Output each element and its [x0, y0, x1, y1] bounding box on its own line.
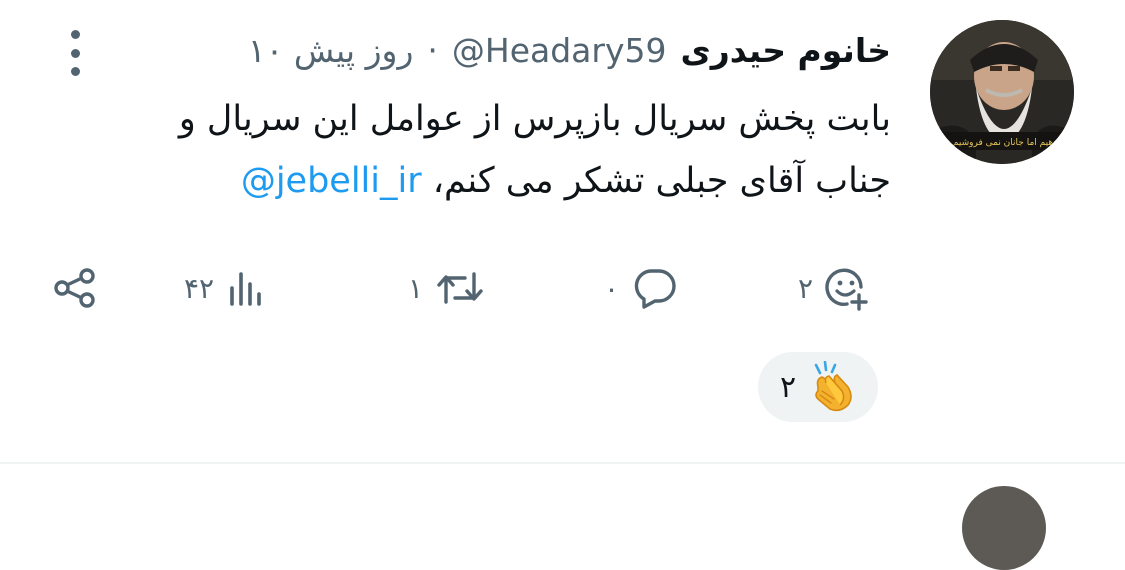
post-divider: [0, 462, 1125, 464]
more-dot: [70, 30, 80, 39]
post-text-line: بابت پخش سریال بازپرس از عوامل این سریال…: [178, 99, 891, 139]
replies-count: ۰: [604, 271, 620, 305]
share-icon: [54, 268, 95, 308]
post-text-segment: جناب آقای جبلی تشکر می کنم،: [432, 161, 891, 201]
mention-link[interactable]: @jebelli_ir: [241, 161, 422, 201]
next-post-avatar[interactable]: [962, 486, 1046, 570]
clapping-hands-icon: [814, 361, 852, 412]
reposts-count: ۱: [408, 271, 424, 305]
header-separator: ·: [427, 30, 438, 70]
post-text: بابت پخش سریال بازپرس از عوامل این سریال…: [91, 88, 891, 212]
author-name[interactable]: خانوم حیدری: [681, 31, 892, 70]
avatar-caption-text: دهیم اما جانان نمی فروشیم: [953, 138, 1057, 148]
reactions-count: ۲: [798, 271, 814, 305]
react-button[interactable]: ۲: [798, 262, 869, 314]
more-dot: [70, 67, 80, 76]
post-text-line: جناب آقای جبلی تشکر می کنم، @jebelli_ir: [91, 150, 891, 212]
post-header: خانوم حیدری @Headary59 · ۱۰ روز پیش: [248, 24, 891, 76]
reply-button[interactable]: ۰: [604, 262, 679, 314]
clap-reaction-count: ۲: [779, 369, 797, 405]
reply-icon: [634, 269, 676, 309]
repost-button[interactable]: ۱: [408, 262, 485, 314]
views-icon: [230, 272, 261, 306]
share-button[interactable]: [52, 262, 98, 314]
repost-icon: [437, 272, 483, 304]
views-button[interactable]: ۴۲: [184, 262, 266, 314]
views-count: ۴۲: [184, 271, 215, 305]
avatar-image: دهیم اما جانان نمی فروشیم: [930, 20, 1074, 164]
post-timestamp[interactable]: ۱۰ روز پیش: [248, 31, 413, 70]
more-dot: [70, 48, 80, 58]
post-card[interactable]: دهیم اما جانان نمی فروشیم خانوم حیدری @H…: [0, 0, 1125, 462]
more-options-icon[interactable]: [62, 30, 88, 76]
clap-reaction-pill[interactable]: ۲: [758, 352, 878, 422]
add-reaction-icon: [825, 268, 868, 311]
author-avatar[interactable]: دهیم اما جانان نمی فروشیم: [930, 20, 1074, 164]
author-handle[interactable]: @Headary59: [452, 31, 667, 70]
